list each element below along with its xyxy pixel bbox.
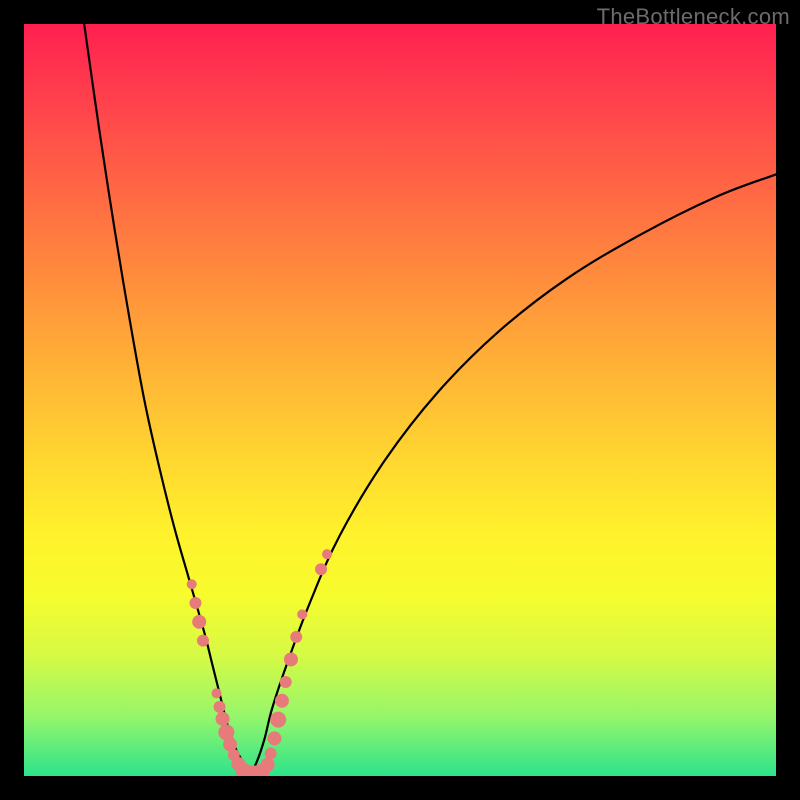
curve-left-branch	[84, 24, 249, 776]
curve-right-branch	[250, 174, 776, 776]
highlight-marker	[212, 688, 222, 698]
highlight-marker	[214, 701, 226, 713]
highlight-marker	[261, 758, 275, 772]
highlight-marker	[275, 694, 289, 708]
highlight-marker	[284, 652, 298, 666]
highlight-marker	[189, 597, 201, 609]
highlight-marker	[187, 579, 197, 589]
highlight-marker	[197, 635, 209, 647]
chart-svg	[24, 24, 776, 776]
marker-group	[187, 549, 332, 776]
highlight-marker	[216, 712, 230, 726]
highlight-marker	[322, 549, 332, 559]
highlight-marker	[270, 712, 286, 728]
highlight-marker	[315, 563, 327, 575]
highlight-marker	[280, 676, 292, 688]
highlight-marker	[192, 615, 206, 629]
highlight-marker	[290, 631, 302, 643]
highlight-marker	[267, 731, 281, 745]
highlight-marker	[265, 747, 277, 759]
highlight-marker	[297, 609, 307, 619]
